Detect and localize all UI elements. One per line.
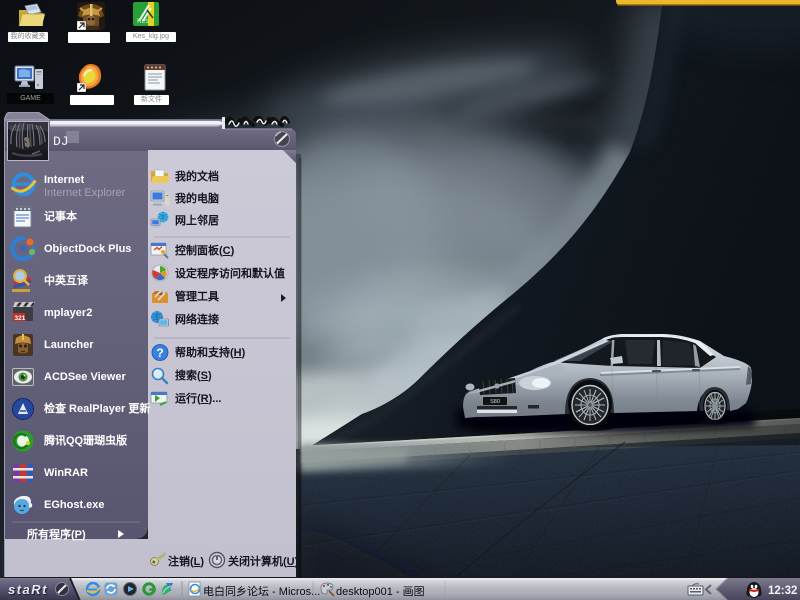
svg-text:Kes: Kes	[137, 18, 150, 25]
svg-text:S80: S80	[490, 399, 500, 405]
svg-text:321: 321	[15, 315, 26, 322]
svg-text:staRt: staRt	[8, 582, 48, 597]
svg-text:12:32: 12:32	[768, 585, 797, 597]
svg-text:?: ?	[156, 346, 163, 360]
svg-text:DJ: DJ	[53, 134, 69, 149]
svg-text:BG: BG	[10, 126, 20, 133]
